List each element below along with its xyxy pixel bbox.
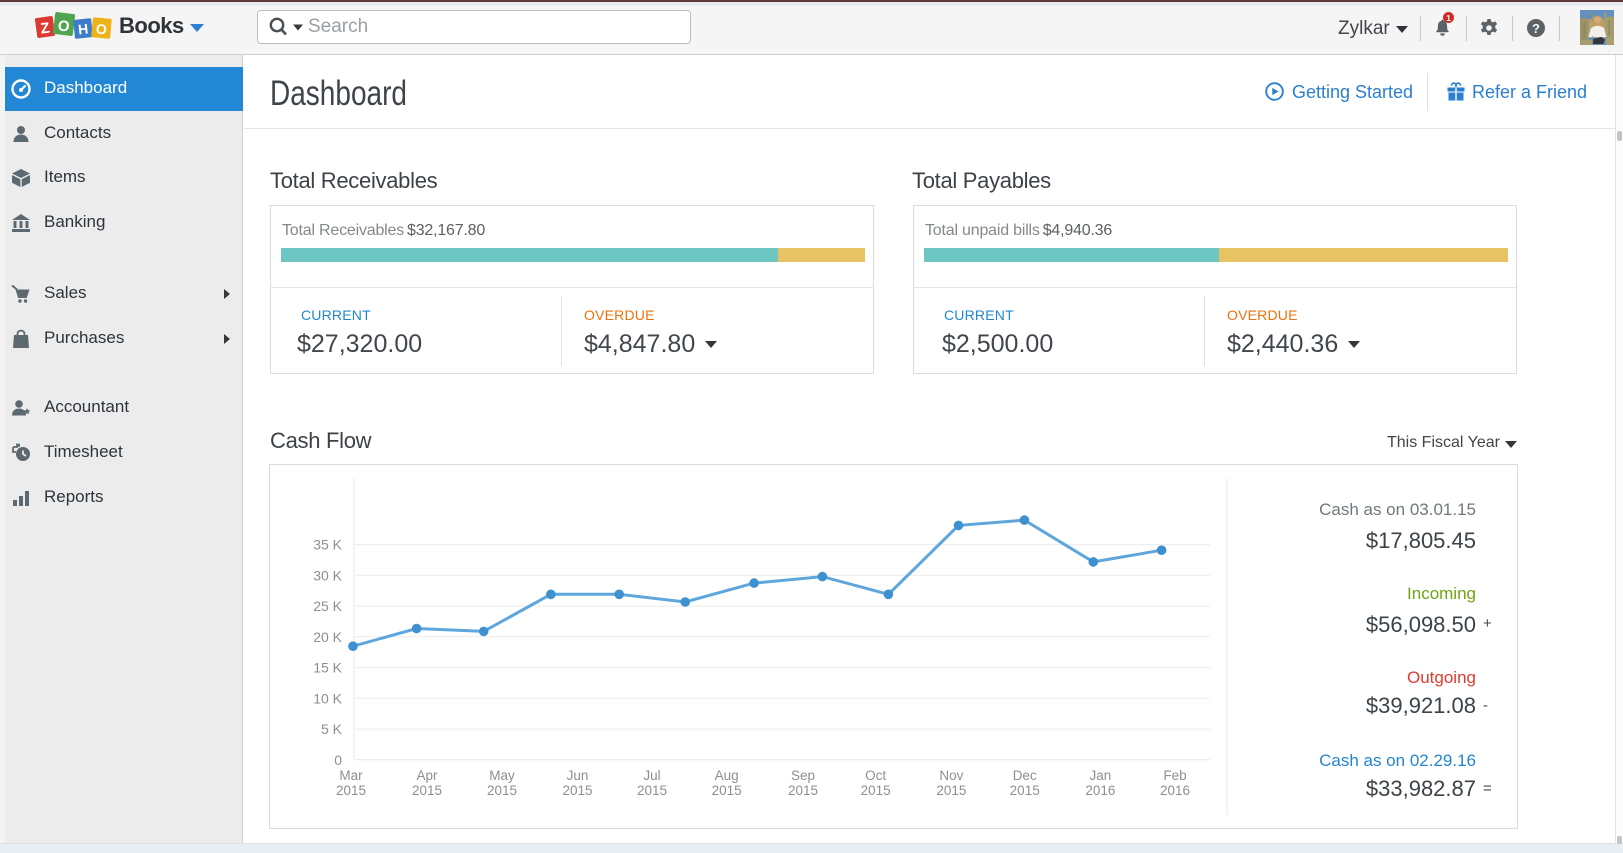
svg-text:25 K: 25 K	[313, 598, 342, 614]
svg-text:O: O	[57, 17, 71, 35]
svg-text:10 K: 10 K	[313, 690, 342, 706]
svg-text:Jul: Jul	[643, 768, 660, 783]
svg-text:30 K: 30 K	[313, 567, 342, 583]
svg-text:2015: 2015	[936, 783, 966, 798]
svg-text:5 K: 5 K	[321, 721, 343, 737]
svg-text:Jun: Jun	[567, 768, 589, 783]
svg-text:Apr: Apr	[416, 768, 438, 783]
svg-text:2016: 2016	[1160, 783, 1190, 798]
svg-text:Sep: Sep	[791, 768, 815, 783]
svg-text:Feb: Feb	[1163, 768, 1186, 783]
svg-text:2015: 2015	[637, 783, 667, 798]
svg-text:2015: 2015	[562, 783, 592, 798]
svg-text:2015: 2015	[861, 783, 891, 798]
svg-text:0: 0	[334, 752, 342, 768]
svg-text:20 K: 20 K	[313, 629, 342, 645]
svg-text:2016: 2016	[1085, 783, 1115, 798]
svg-text:O: O	[95, 21, 107, 38]
svg-text:Aug: Aug	[715, 768, 739, 783]
svg-text:35 K: 35 K	[313, 537, 342, 553]
svg-text:May: May	[489, 768, 515, 783]
svg-text:Jan: Jan	[1090, 768, 1112, 783]
svg-text:Oct: Oct	[865, 768, 886, 783]
svg-text:2015: 2015	[336, 783, 366, 798]
svg-text:2015: 2015	[487, 783, 517, 798]
svg-text:Nov: Nov	[939, 768, 963, 783]
svg-text:H: H	[77, 21, 89, 38]
svg-text:2015: 2015	[412, 783, 442, 798]
svg-text:Dec: Dec	[1013, 768, 1037, 783]
svg-text:15 K: 15 K	[313, 660, 342, 676]
svg-text:2015: 2015	[788, 783, 818, 798]
svg-text:2015: 2015	[712, 783, 742, 798]
svg-text:2015: 2015	[1010, 783, 1040, 798]
svg-text:Mar: Mar	[339, 768, 363, 783]
